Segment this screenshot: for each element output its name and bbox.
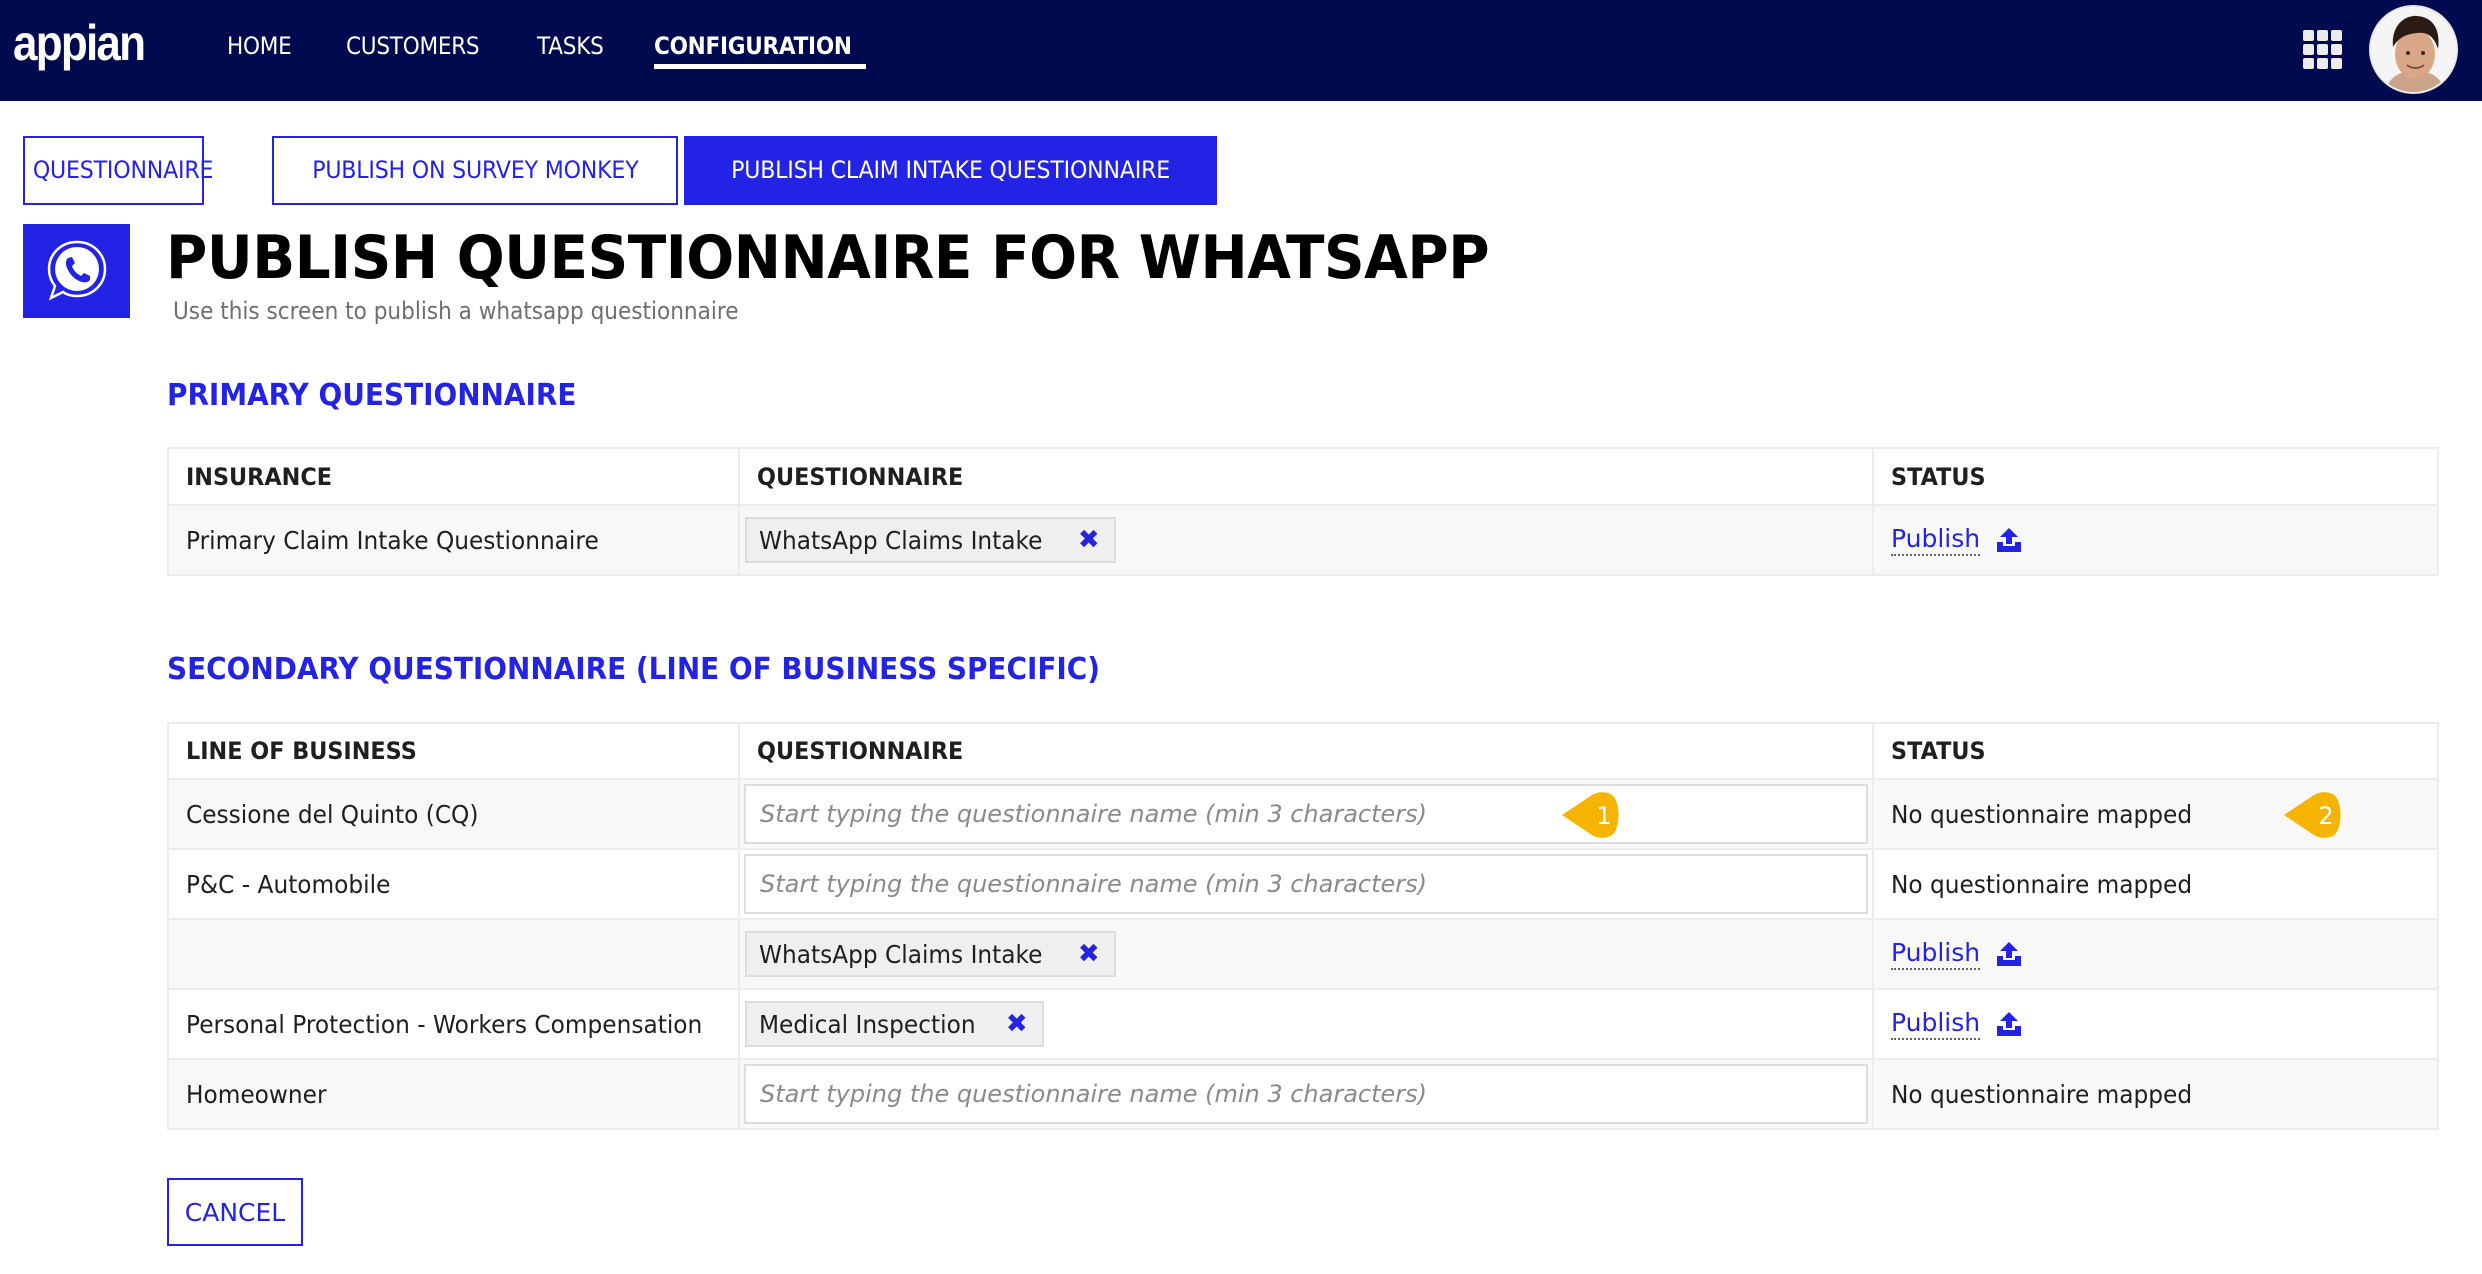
svg-text:1: 1 xyxy=(1596,802,1611,830)
table-row: Primary Claim Intake Questionnaire Whats… xyxy=(169,504,2437,574)
questionnaire-cell xyxy=(738,850,1872,918)
status-text: No questionnaire mapped xyxy=(1891,869,2193,899)
column-header-status: STATUS xyxy=(1872,724,2437,778)
upload-icon xyxy=(1997,942,2022,966)
tab-publish-claim-intake[interactable]: PUBLISH CLAIM INTAKE QUESTIONNAIRE xyxy=(684,136,1217,205)
questionnaire-chip: WhatsApp Claims Intake ✖ xyxy=(745,931,1116,977)
secondary-questionnaire-table: LINE OF BUSINESS QUESTIONNAIRE STATUS Ce… xyxy=(167,722,2439,1130)
questionnaire-search-input[interactable] xyxy=(744,1064,1868,1124)
tab-questionnaire-label: QUESTIONNAIRE xyxy=(32,156,214,184)
line-of-business-cell: Cessione del Quinto (CQ) xyxy=(186,799,479,829)
remove-chip-icon[interactable]: ✖ xyxy=(1078,939,1100,969)
cancel-button[interactable]: CANCEL xyxy=(167,1178,303,1246)
column-header-status: STATUS xyxy=(1872,449,2437,504)
table-row: P&C - Automobile No questionnaire mapped xyxy=(169,848,2437,918)
tab-questionnaire[interactable]: QUESTIONNAIRE xyxy=(23,136,213,205)
top-navigation-bar: appian HOME CUSTOMERS TASKS CONFIGURATIO… xyxy=(0,0,2482,101)
insurance-cell: Primary Claim Intake Questionnaire xyxy=(186,525,599,555)
secondary-section-title: SECONDARY QUESTIONNAIRE (LINE OF BUSINES… xyxy=(167,652,1101,687)
nav-tasks[interactable]: TASKS xyxy=(537,30,604,62)
remove-chip-icon[interactable]: ✖ xyxy=(1078,525,1100,555)
column-header-insurance: INSURANCE xyxy=(186,462,332,491)
table-row: WhatsApp Claims Intake ✖ Publish xyxy=(169,918,2437,988)
whatsapp-icon xyxy=(23,224,130,318)
active-nav-indicator xyxy=(654,64,866,69)
nav-configuration[interactable]: CONFIGURATION xyxy=(654,30,852,62)
questionnaire-search-input[interactable] xyxy=(744,854,1868,914)
upload-icon xyxy=(1997,1012,2022,1036)
status-cell: No questionnaire mapped xyxy=(1872,1060,2437,1128)
page-subtitle: Use this screen to publish a whatsapp qu… xyxy=(173,297,739,325)
nav-customers[interactable]: CUSTOMERS xyxy=(346,30,480,62)
column-header-questionnaire: QUESTIONNAIRE xyxy=(738,724,1872,778)
questionnaire-cell: 1 xyxy=(738,780,1872,848)
status-cell: Publish xyxy=(1872,920,2437,988)
questionnaire-chip: Medical Inspection ✖ xyxy=(745,1001,1044,1047)
line-of-business-cell: Personal Protection - Workers Compensati… xyxy=(186,1009,703,1039)
tab-publish-survey-monkey-label: PUBLISH ON SURVEY MONKEY xyxy=(311,156,639,184)
svg-text:2: 2 xyxy=(2318,802,2333,830)
table-row: Personal Protection - Workers Compensati… xyxy=(169,988,2437,1058)
line-of-business-cell xyxy=(169,920,738,988)
user-avatar[interactable] xyxy=(2369,5,2458,94)
remove-chip-icon[interactable]: ✖ xyxy=(1006,1009,1028,1039)
nav-home[interactable]: HOME xyxy=(227,30,292,62)
table-row: Cessione del Quinto (CQ) 1 No questionna… xyxy=(169,778,2437,848)
publish-button[interactable]: Publish xyxy=(1891,938,2022,970)
publish-button[interactable]: Publish xyxy=(1891,524,2022,556)
status-cell: Publish xyxy=(1872,990,2437,1058)
publish-button[interactable]: Publish xyxy=(1891,1008,2022,1040)
line-of-business-cell: Homeowner xyxy=(186,1079,327,1109)
avatar-photo-icon xyxy=(2371,7,2456,92)
status-cell: No questionnaire mapped 2 xyxy=(1872,780,2437,848)
primary-questionnaire-table: INSURANCE QUESTIONNAIRE STATUS Primary C… xyxy=(167,447,2439,576)
questionnaire-cell xyxy=(738,1060,1872,1128)
questionnaire-cell: Medical Inspection ✖ xyxy=(738,990,1872,1058)
status-text: No questionnaire mapped xyxy=(1891,799,2193,829)
questionnaire-chip: WhatsApp Claims Intake ✖ xyxy=(745,517,1116,563)
tab-publish-claim-intake-label: PUBLISH CLAIM INTAKE QUESTIONNAIRE xyxy=(731,156,1170,184)
app-launcher-grid-icon[interactable] xyxy=(2303,30,2343,70)
tab-publish-survey-monkey[interactable]: PUBLISH ON SURVEY MONKEY xyxy=(272,136,678,205)
line-of-business-cell: P&C - Automobile xyxy=(186,869,391,899)
primary-section-title: PRIMARY QUESTIONNAIRE xyxy=(167,378,577,413)
column-header-line-of-business: LINE OF BUSINESS xyxy=(186,737,417,765)
status-cell: Publish xyxy=(1872,506,2437,574)
table-row: Homeowner No questionnaire mapped xyxy=(169,1058,2437,1128)
status-text: No questionnaire mapped xyxy=(1891,1079,2193,1109)
questionnaire-search-input[interactable] xyxy=(744,784,1868,844)
table-header-row: INSURANCE QUESTIONNAIRE STATUS xyxy=(169,449,2437,504)
page-title: PUBLISH QUESTIONNAIRE FOR WHATSAPP xyxy=(166,223,1490,293)
questionnaire-cell: WhatsApp Claims Intake ✖ xyxy=(738,506,1872,574)
annotation-marker-1: 1 xyxy=(1562,792,1619,838)
status-cell: No questionnaire mapped xyxy=(1872,850,2437,918)
column-header-questionnaire: QUESTIONNAIRE xyxy=(738,449,1872,504)
appian-logo[interactable]: appian xyxy=(13,18,146,68)
questionnaire-cell: WhatsApp Claims Intake ✖ xyxy=(738,920,1872,988)
upload-icon xyxy=(1997,528,2022,552)
table-header-row: LINE OF BUSINESS QUESTIONNAIRE STATUS xyxy=(169,724,2437,778)
annotation-marker-2: 2 xyxy=(2284,792,2341,838)
